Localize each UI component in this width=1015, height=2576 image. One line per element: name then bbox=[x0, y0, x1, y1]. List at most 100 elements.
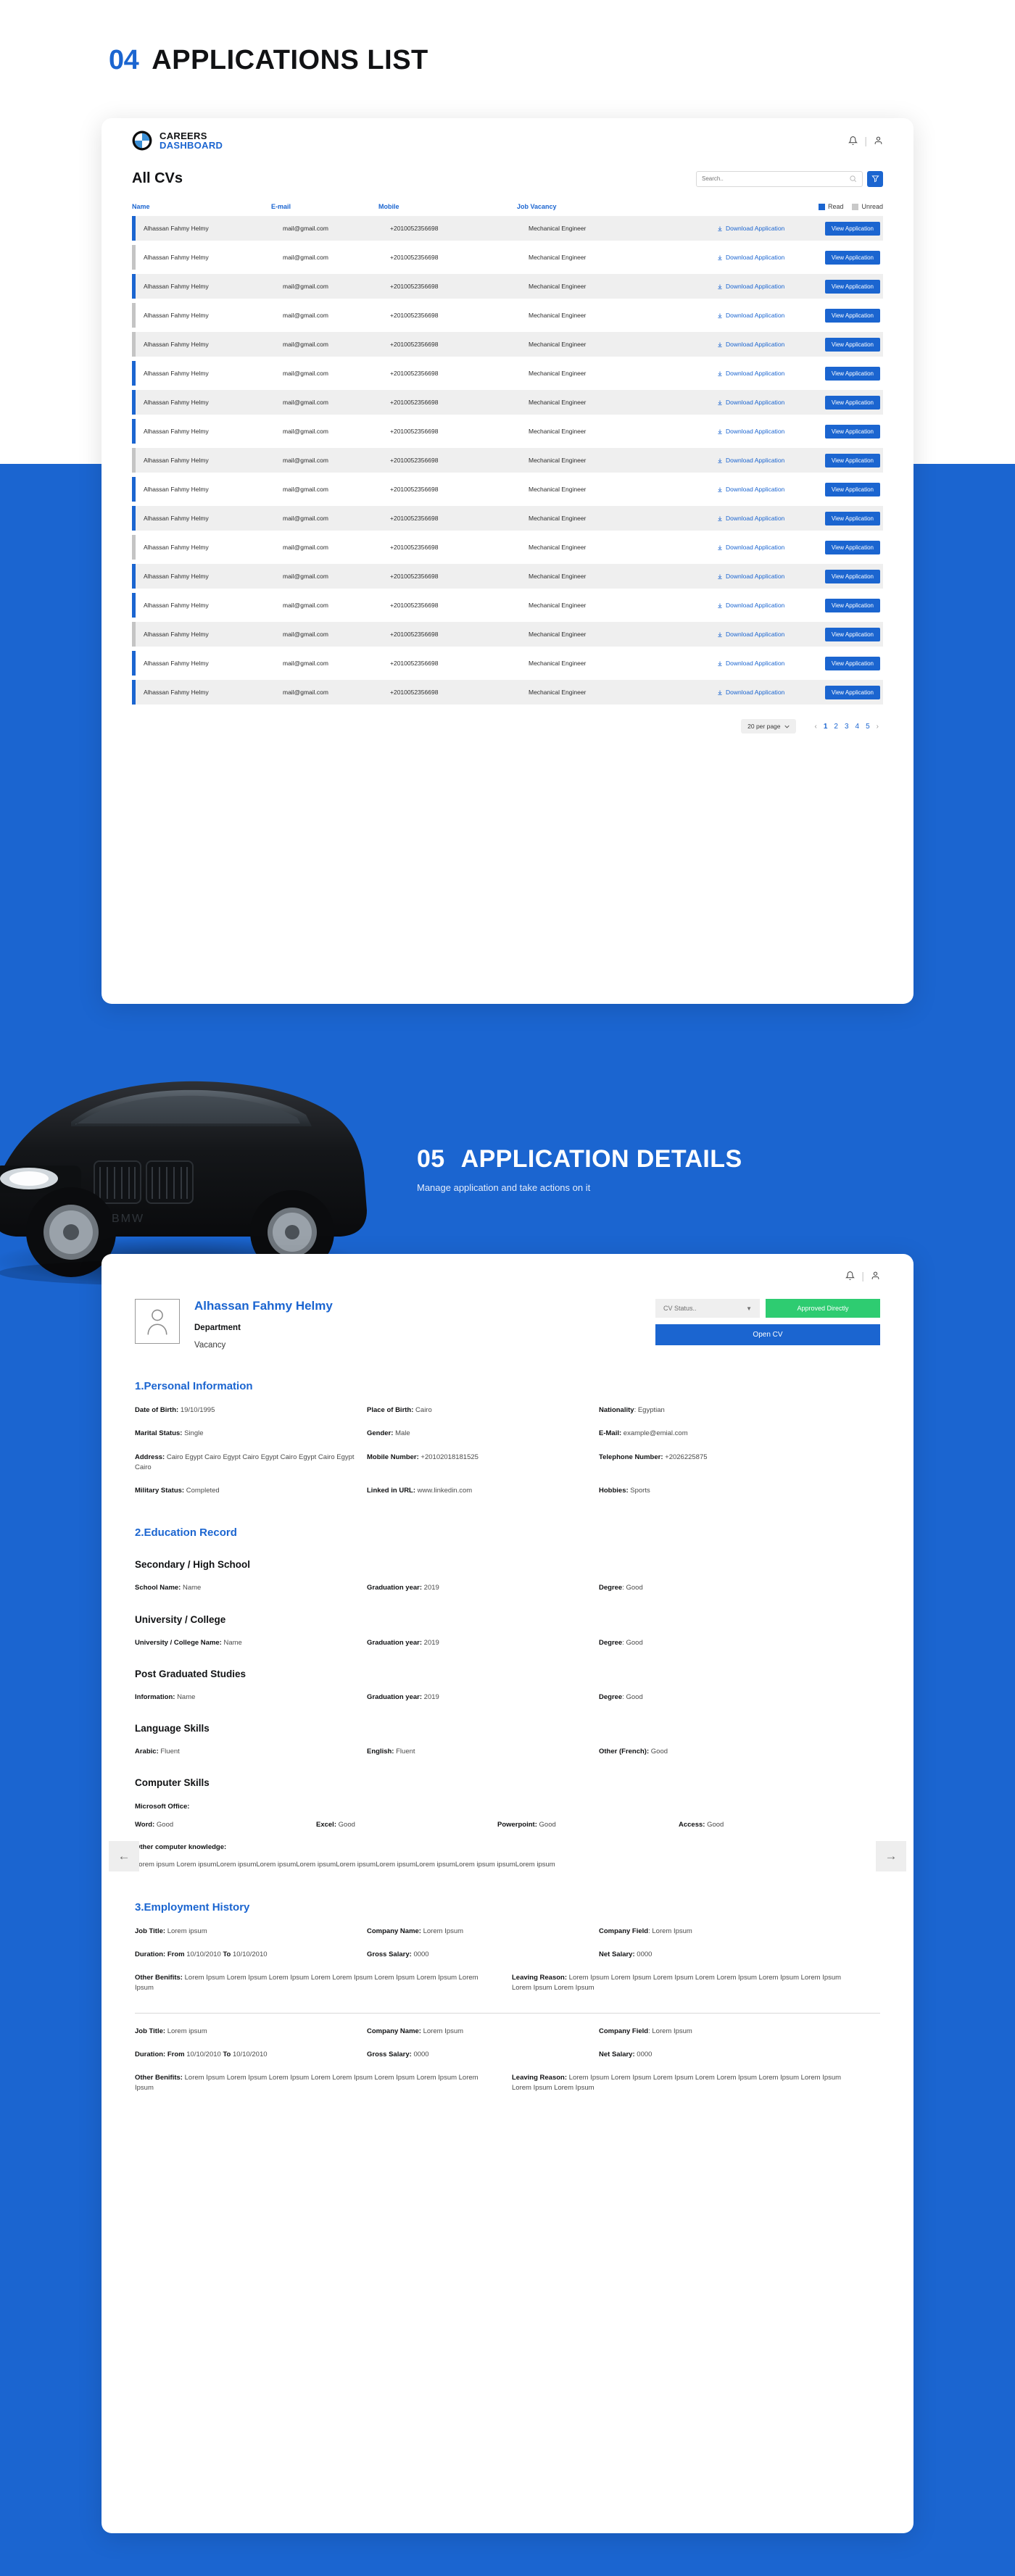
view-application-button[interactable]: View Application bbox=[824, 250, 880, 265]
field-marital-status: Marital Status: Single bbox=[135, 1429, 367, 1439]
field-university-name: University / College Name: Name bbox=[135, 1638, 367, 1648]
view-application-button[interactable]: View Application bbox=[824, 482, 880, 496]
download-application-link[interactable]: Download Application bbox=[717, 602, 824, 609]
table-row[interactable]: Alhassan Fahmy Helmy mail@gmail.com +20100… bbox=[132, 651, 883, 676]
download-icon bbox=[718, 400, 722, 405]
field-value: Fluent bbox=[396, 1748, 415, 1756]
table-row[interactable]: Alhassan Fahmy Helmy mail@gmail.com +20100… bbox=[132, 216, 883, 241]
view-application-button[interactable]: View Application bbox=[824, 627, 880, 641]
view-application-button[interactable]: View Application bbox=[824, 424, 880, 439]
table-row[interactable]: Alhassan Fahmy Helmy mail@gmail.com +20100… bbox=[132, 622, 883, 647]
table-row[interactable]: Alhassan Fahmy Helmy mail@gmail.com +20100… bbox=[132, 593, 883, 618]
view-application-button[interactable]: View Application bbox=[824, 598, 880, 612]
view-application-button[interactable]: View Application bbox=[824, 279, 880, 294]
pagination-prev[interactable]: ‹ bbox=[815, 723, 817, 731]
table-row[interactable]: Alhassan Fahmy Helmy mail@gmail.com +20100… bbox=[132, 477, 883, 502]
download-application-link[interactable]: Download Application bbox=[717, 515, 824, 522]
download-application-link[interactable]: Download Application bbox=[717, 428, 824, 435]
table-row[interactable]: Alhassan Fahmy Helmy mail@gmail.com +20100… bbox=[132, 564, 883, 589]
field-value: 10/10/2010 bbox=[186, 1950, 221, 1958]
table-row[interactable]: Alhassan Fahmy Helmy mail@gmail.com +20100… bbox=[132, 506, 883, 531]
language-skills-heading: Language Skills bbox=[135, 1723, 210, 1734]
employment-row-3: Other Benifits: Lorem Ipsum Lorem Ipsum … bbox=[135, 1973, 880, 1994]
brand-logo-block[interactable]: CAREERS DASHBOARD bbox=[132, 130, 223, 151]
download-application-link[interactable]: Download Application bbox=[717, 689, 824, 696]
download-application-link[interactable]: Download Application bbox=[717, 370, 824, 377]
cv-status-select[interactable]: CV Status.. ▼ bbox=[655, 1299, 760, 1318]
download-application-link[interactable]: Download Application bbox=[717, 544, 824, 551]
field-gross-salary: Gross Salary: 0000 bbox=[367, 2050, 599, 2060]
view-application-button[interactable]: View Application bbox=[824, 511, 880, 525]
table-row[interactable]: Alhassan Fahmy Helmy mail@gmail.com +20100… bbox=[132, 680, 883, 705]
pagination-page-5[interactable]: 5 bbox=[866, 723, 870, 731]
pagination-next[interactable]: › bbox=[877, 723, 879, 731]
table-row[interactable]: Alhassan Fahmy Helmy mail@gmail.com +20100… bbox=[132, 419, 883, 444]
filter-button[interactable] bbox=[867, 170, 883, 187]
download-application-link[interactable]: Download Application bbox=[717, 486, 824, 493]
per-page-select[interactable]: 20 per page bbox=[741, 719, 796, 734]
bell-icon[interactable] bbox=[845, 1271, 856, 1281]
download-icon bbox=[718, 574, 722, 579]
download-application-link[interactable]: Download Application bbox=[717, 225, 824, 232]
cell-name: Alhassan Fahmy Helmy bbox=[144, 660, 209, 667]
view-application-button[interactable]: View Application bbox=[824, 308, 880, 323]
table-row[interactable]: Alhassan Fahmy Helmy mail@gmail.com +20100… bbox=[132, 390, 883, 415]
previous-application-button[interactable]: ← bbox=[109, 1841, 139, 1871]
cell-email: mail@gmail.com bbox=[283, 689, 328, 696]
download-application-link[interactable]: Download Application bbox=[717, 283, 824, 290]
table-row[interactable]: Alhassan Fahmy Helmy mail@gmail.com +20100… bbox=[132, 535, 883, 560]
next-application-button[interactable]: → bbox=[876, 1841, 906, 1871]
legend-read: Read bbox=[818, 203, 843, 210]
view-application-button[interactable]: View Application bbox=[824, 221, 880, 236]
download-application-link[interactable]: Download Application bbox=[717, 341, 824, 348]
search-box[interactable] bbox=[696, 170, 863, 187]
view-application-button[interactable]: View Application bbox=[824, 685, 880, 699]
column-header-email: E-mail bbox=[271, 203, 291, 210]
university-fields: University / College Name: Name Graduati… bbox=[135, 1638, 880, 1648]
field-key: Net Salary: bbox=[599, 2050, 635, 2058]
field-value: Good bbox=[707, 1821, 724, 1829]
legend-unread: Unread bbox=[852, 203, 883, 210]
cell-email: mail@gmail.com bbox=[283, 573, 328, 580]
pagination-page-2[interactable]: 2 bbox=[834, 723, 838, 731]
search-input[interactable] bbox=[702, 175, 832, 182]
field-address: Address: Cairo Egypt Cairo Egypt Cairo E… bbox=[135, 1453, 367, 1474]
other-computer-knowledge-label: Other computer knowledge: bbox=[135, 1843, 227, 1852]
view-application-button[interactable]: View Application bbox=[824, 540, 880, 554]
pagination-page-1[interactable]: 1 bbox=[824, 723, 828, 731]
table-row[interactable]: Alhassan Fahmy Helmy mail@gmail.com +20100… bbox=[132, 361, 883, 386]
view-application-button[interactable]: View Application bbox=[824, 395, 880, 410]
cell-name: Alhassan Fahmy Helmy bbox=[144, 225, 209, 232]
table-row[interactable]: Alhassan Fahmy Helmy mail@gmail.com +20100… bbox=[132, 274, 883, 299]
pagination-page-4[interactable]: 4 bbox=[856, 723, 860, 731]
pagination-page-3[interactable]: 3 bbox=[845, 723, 849, 731]
download-application-link[interactable]: Download Application bbox=[717, 457, 824, 464]
table-row[interactable]: Alhassan Fahmy Helmy mail@gmail.com +20100… bbox=[132, 303, 883, 328]
cell-email: mail@gmail.com bbox=[283, 341, 328, 348]
download-application-link[interactable]: Download Application bbox=[717, 312, 824, 319]
download-application-link[interactable]: Download Application bbox=[717, 254, 824, 261]
download-application-link[interactable]: Download Application bbox=[717, 660, 824, 667]
bell-icon[interactable] bbox=[848, 136, 858, 146]
approve-directly-button[interactable]: Approved Directly bbox=[766, 1299, 880, 1318]
view-application-button[interactable]: View Application bbox=[824, 453, 880, 468]
university-heading: University / College bbox=[135, 1613, 226, 1625]
view-application-button[interactable]: View Application bbox=[824, 656, 880, 670]
cell-email: mail@gmail.com bbox=[283, 486, 328, 493]
user-icon[interactable] bbox=[874, 136, 883, 146]
field-key: Degree bbox=[599, 1584, 623, 1592]
user-icon[interactable] bbox=[871, 1271, 880, 1281]
download-application-link[interactable]: Download Application bbox=[717, 631, 824, 638]
cell-name: Alhassan Fahmy Helmy bbox=[144, 544, 209, 551]
field-school-name: School Name: Name bbox=[135, 1583, 367, 1593]
view-application-button[interactable]: View Application bbox=[824, 569, 880, 583]
table-row[interactable]: Alhassan Fahmy Helmy mail@gmail.com +20100… bbox=[132, 332, 883, 357]
view-application-button[interactable]: View Application bbox=[824, 337, 880, 352]
view-application-button[interactable]: View Application bbox=[824, 366, 880, 381]
download-application-link[interactable]: Download Application bbox=[717, 399, 824, 406]
table-row[interactable]: Alhassan Fahmy Helmy mail@gmail.com +20100… bbox=[132, 448, 883, 473]
open-cv-button[interactable]: Open CV bbox=[655, 1324, 880, 1345]
download-application-link[interactable]: Download Application bbox=[717, 573, 824, 580]
table-row[interactable]: Alhassan Fahmy Helmy mail@gmail.com +20100… bbox=[132, 245, 883, 270]
field-word: Word: Good bbox=[135, 1821, 316, 1829]
